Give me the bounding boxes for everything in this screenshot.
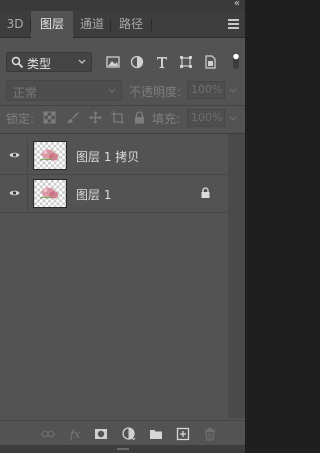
smart-object-filter-icon[interactable] xyxy=(203,55,217,69)
layer-thumbnail xyxy=(33,179,67,208)
new-group-icon[interactable] xyxy=(149,427,163,441)
image-filter-icon[interactable] xyxy=(106,55,120,69)
blend-opacity-row: 正常 不透明度: 100% xyxy=(0,80,245,102)
filter-toggle-switch[interactable] xyxy=(233,53,239,69)
lock-image-pixels-icon[interactable] xyxy=(66,111,79,124)
eye-icon xyxy=(9,190,20,196)
lock-transparent-pixels-icon[interactable] xyxy=(43,111,56,124)
layer-row[interactable]: 图层 1 拷贝 xyxy=(0,137,228,174)
blend-mode-value: 正常 xyxy=(13,86,38,100)
chevron-down-icon xyxy=(78,59,86,64)
link-layers-icon[interactable] xyxy=(41,427,55,441)
lock-icon xyxy=(201,187,210,198)
layer-filter-row: 类型 xyxy=(0,47,245,75)
fx-icon[interactable]: fx xyxy=(69,427,83,441)
svg-text:fx: fx xyxy=(69,428,81,441)
new-layer-icon[interactable] xyxy=(176,427,190,441)
adjustment-filter-icon[interactable] xyxy=(130,55,144,69)
search-icon xyxy=(11,56,24,69)
shape-filter-icon[interactable] xyxy=(179,55,193,69)
panel-title-strip: « xyxy=(0,0,245,11)
layer-visibility-toggle[interactable] xyxy=(0,175,28,212)
tab-3d[interactable]: 3D xyxy=(0,11,30,38)
lock-all-icon[interactable] xyxy=(133,111,146,124)
layers-bottom-toolbar: fx xyxy=(0,420,245,445)
tab-layers[interactable]: 图层 xyxy=(31,11,73,38)
filter-kind-select[interactable]: 类型 xyxy=(6,52,92,72)
layer-visibility-toggle[interactable] xyxy=(0,137,28,174)
delete-layer-icon[interactable] xyxy=(203,427,217,441)
layer-name[interactable]: 图层 1 拷贝 xyxy=(76,148,139,165)
tab-paths[interactable]: 路径 xyxy=(111,11,151,38)
layers-scrollbar[interactable] xyxy=(228,134,245,418)
type-filter-icon[interactable] xyxy=(155,55,169,69)
tab-channels[interactable]: 通道 xyxy=(74,11,110,38)
opacity-label: 不透明度: xyxy=(129,85,182,99)
panel-menu-icon[interactable] xyxy=(228,19,239,29)
fill-label: 填充: xyxy=(152,112,181,126)
opacity-slider-chevron-icon[interactable] xyxy=(229,88,237,94)
collapse-panel-icon[interactable]: « xyxy=(234,0,240,9)
fill-input[interactable]: 100% xyxy=(187,109,225,127)
layers-panel: « 3D 图层 通道 路径 类型 正常 不透明度: 100% 锁定: 填充: 1… xyxy=(0,0,245,453)
lock-artboard-icon[interactable] xyxy=(111,111,124,124)
filter-kind-value: 类型 xyxy=(27,57,52,71)
lock-position-icon[interactable] xyxy=(89,111,102,124)
panel-resize-grip[interactable] xyxy=(0,445,245,453)
blend-mode-select[interactable]: 正常 xyxy=(6,80,122,101)
add-mask-icon[interactable] xyxy=(94,427,108,441)
opacity-input[interactable]: 100% xyxy=(187,81,225,99)
layer-thumbnail xyxy=(33,141,67,170)
new-fill-adjustment-icon[interactable] xyxy=(122,427,136,441)
fill-slider-chevron-icon[interactable] xyxy=(229,116,237,122)
lock-label: 锁定: xyxy=(6,112,35,126)
layer-row[interactable]: 图层 1 xyxy=(0,175,228,212)
panel-tab-bar: 3D 图层 通道 路径 xyxy=(0,11,245,38)
chevron-down-icon xyxy=(108,88,116,93)
layer-name[interactable]: 图层 1 xyxy=(76,186,111,203)
lock-fill-row: 锁定: 填充: 100% xyxy=(0,108,245,128)
eye-icon xyxy=(9,152,20,158)
